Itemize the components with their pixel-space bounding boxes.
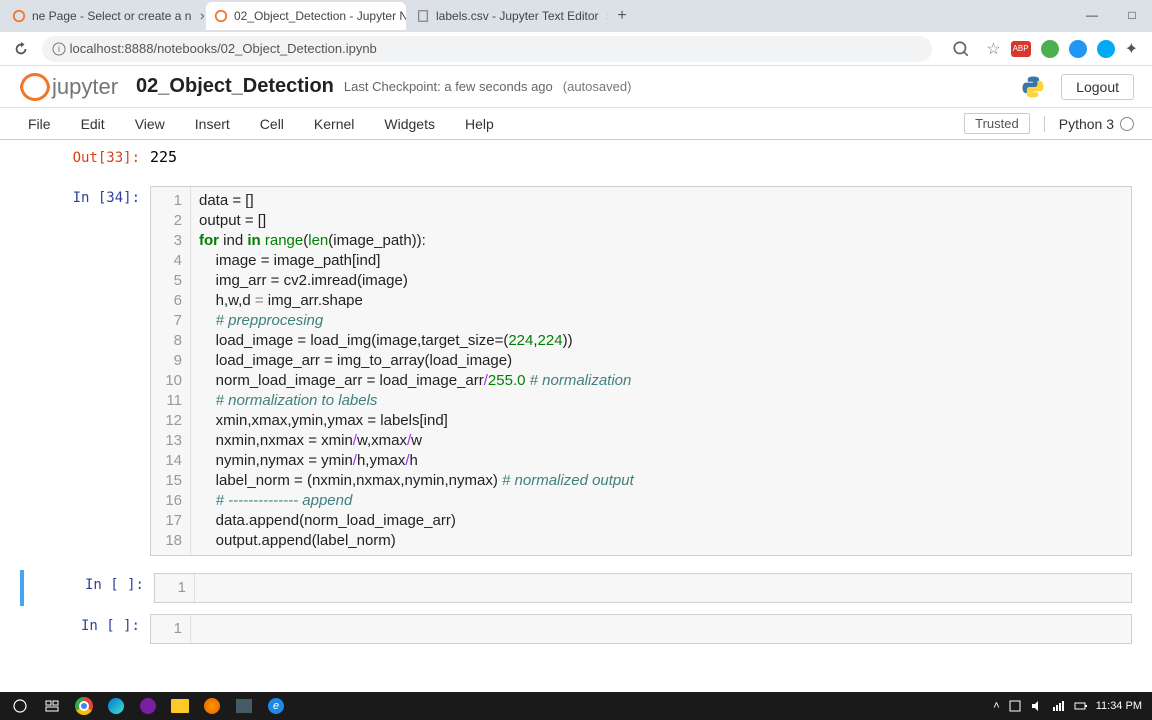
checkpoint-text: Last Checkpoint: a few seconds ago xyxy=(344,79,553,94)
menu-cell[interactable]: Cell xyxy=(250,112,294,136)
jupyter-logo-icon xyxy=(18,73,46,101)
menu-file[interactable]: File xyxy=(18,112,61,136)
code-cell[interactable]: In [ ]: 1 xyxy=(20,570,1132,606)
tray-chevron-icon[interactable]: ˄ xyxy=(993,700,999,712)
tray-icon[interactable] xyxy=(1008,699,1022,713)
output-prompt: Out[33]: xyxy=(20,146,150,168)
menu-edit[interactable]: Edit xyxy=(71,112,115,136)
explorer-icon[interactable] xyxy=(166,694,194,718)
line-gutter: 1 xyxy=(155,574,195,602)
extension-icon[interactable] xyxy=(1097,40,1115,58)
code-content[interactable] xyxy=(191,615,211,643)
network-icon[interactable] xyxy=(1052,699,1066,713)
notebook-container: Out[33]: 225 In [34]: 123456789101112131… xyxy=(0,140,1152,700)
minimize-button[interactable]: — xyxy=(1072,0,1112,30)
info-icon: i xyxy=(52,42,66,56)
output-cell: Out[33]: 225 xyxy=(20,146,1132,168)
chrome-icon[interactable] xyxy=(70,694,98,718)
code-editor[interactable]: 1 xyxy=(154,573,1132,603)
clock[interactable]: 11:34 PM xyxy=(1096,700,1142,712)
svg-text:i: i xyxy=(58,44,60,54)
notebook-title[interactable]: 02_Object_Detection xyxy=(136,75,334,98)
star-icon[interactable]: ☆ xyxy=(986,39,1000,59)
input-prompt: In [34]: xyxy=(20,186,150,556)
kernel-indicator[interactable]: Python 3 xyxy=(1044,116,1134,132)
jupyter-brand: jupyter xyxy=(52,74,118,100)
jupyter-header: jupyter 02_Object_Detection Last Checkpo… xyxy=(0,66,1152,108)
tab-title: labels.csv - Jupyter Text Editor xyxy=(436,9,599,23)
close-icon[interactable]: × xyxy=(607,8,608,24)
volume-icon[interactable] xyxy=(1030,699,1044,713)
jupyter-favicon xyxy=(214,9,228,23)
start-button[interactable] xyxy=(6,694,34,718)
close-icon[interactable]: × xyxy=(199,8,204,24)
input-prompt: In [ ]: xyxy=(20,614,150,644)
menu-kernel[interactable]: Kernel xyxy=(304,112,364,136)
python-logo-icon xyxy=(1019,73,1047,101)
browser-tab[interactable]: ne Page - Select or create a n × xyxy=(4,2,204,30)
code-content[interactable]: data = []output = []for ind in range(len… xyxy=(191,187,642,555)
trusted-badge[interactable]: Trusted xyxy=(964,113,1030,134)
menu-view[interactable]: View xyxy=(125,112,175,136)
edge-icon[interactable] xyxy=(102,694,130,718)
browser-tab[interactable]: 02_Object_Detection - Jupyter N × xyxy=(206,2,406,30)
jupyter-favicon xyxy=(12,9,26,23)
code-content[interactable] xyxy=(195,574,215,602)
reload-icon[interactable] xyxy=(12,40,30,58)
windows-taskbar: e ˄ 11:34 PM xyxy=(0,692,1152,720)
extensions-icon[interactable]: ✦ xyxy=(1125,39,1138,59)
menu-insert[interactable]: Insert xyxy=(185,112,240,136)
menu-help[interactable]: Help xyxy=(455,112,504,136)
menu-bar: File Edit View Insert Cell Kernel Widget… xyxy=(0,108,1152,140)
logout-button[interactable]: Logout xyxy=(1061,74,1134,100)
menu-widgets[interactable]: Widgets xyxy=(374,112,445,136)
line-gutter: 1 xyxy=(151,615,191,643)
url-input[interactable]: i localhost:8888/notebooks/02_Object_Det… xyxy=(42,36,932,62)
code-editor[interactable]: 1 xyxy=(150,614,1132,644)
tab-title: ne Page - Select or create a n xyxy=(32,9,191,23)
tab-title: 02_Object_Detection - Jupyter N xyxy=(234,9,406,23)
abp-extension-icon[interactable]: ABP xyxy=(1011,41,1031,57)
code-editor[interactable]: 123456789101112131415161718 data = []out… xyxy=(150,186,1132,556)
line-gutter: 123456789101112131415161718 xyxy=(151,187,191,555)
code-cell[interactable]: In [ ]: 1 xyxy=(20,614,1132,644)
url-text: localhost:8888/notebooks/02_Object_Detec… xyxy=(70,41,377,56)
ie-icon[interactable]: e xyxy=(262,694,290,718)
browser-tab[interactable]: labels.csv - Jupyter Text Editor × xyxy=(408,2,608,30)
app-icon[interactable] xyxy=(230,694,258,718)
address-bar: i localhost:8888/notebooks/02_Object_Det… xyxy=(0,32,1152,66)
maximize-button[interactable]: □ xyxy=(1112,0,1152,30)
task-view-icon[interactable] xyxy=(38,694,66,718)
app-icon[interactable] xyxy=(134,694,162,718)
file-favicon xyxy=(416,9,430,23)
kernel-name: Python 3 xyxy=(1059,116,1114,132)
browser-tab-strip: ne Page - Select or create a n × 02_Obje… xyxy=(0,0,1152,32)
output-value: 225 xyxy=(150,146,1132,168)
extension-icon[interactable] xyxy=(1069,40,1087,58)
autosave-text: (autosaved) xyxy=(563,79,632,94)
extension-icon[interactable] xyxy=(1041,40,1059,58)
jupyter-logo[interactable]: jupyter xyxy=(18,73,118,101)
input-prompt: In [ ]: xyxy=(24,573,154,603)
firefox-icon[interactable] xyxy=(198,694,226,718)
new-tab-button[interactable]: + xyxy=(610,7,634,25)
zoom-icon[interactable] xyxy=(952,40,970,58)
battery-icon[interactable] xyxy=(1074,699,1088,713)
code-cell[interactable]: In [34]: 123456789101112131415161718 dat… xyxy=(20,186,1132,556)
kernel-status-icon xyxy=(1120,117,1134,131)
